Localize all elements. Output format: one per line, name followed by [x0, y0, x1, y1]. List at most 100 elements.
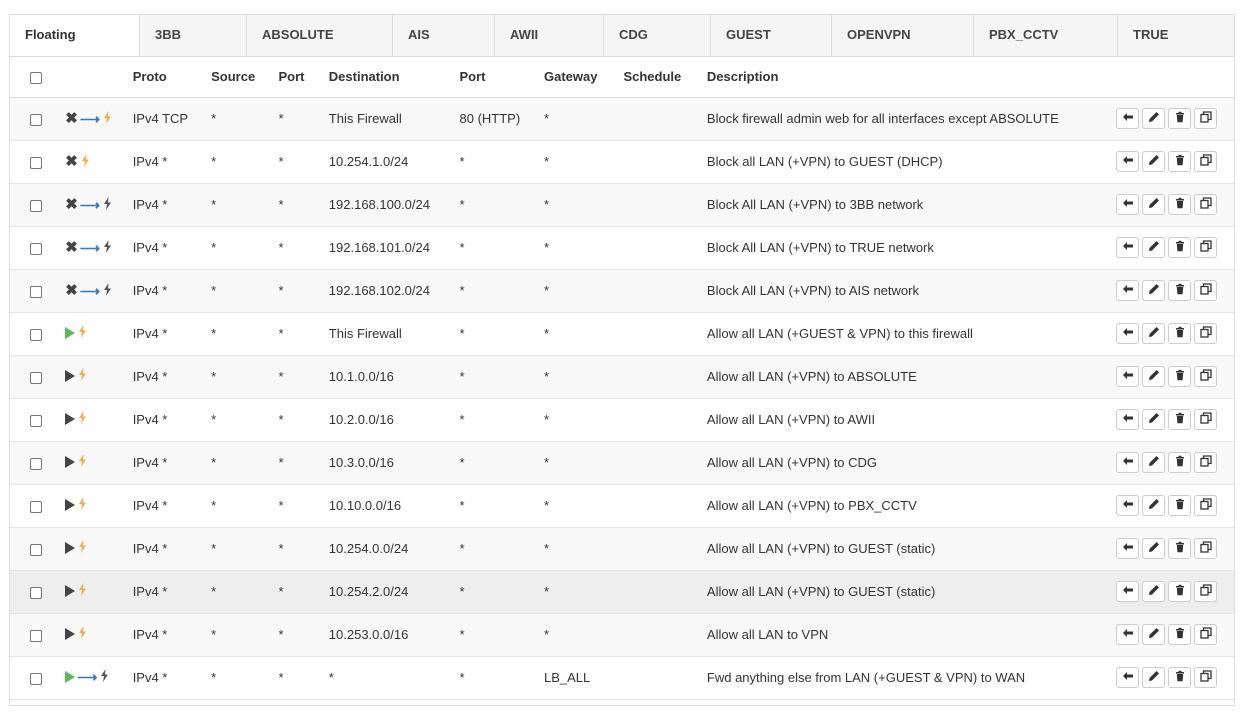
table-row[interactable]: ✖ IPv4 * * * 10.254.1.0/24 * * Block all LAN (+…: [10, 140, 1234, 184]
table-row[interactable]: IPv4 * * * 10.1.0.0/16 * * Allow all LAN (+VPN…: [10, 355, 1234, 399]
edit-button[interactable]: [1142, 280, 1166, 301]
copy-button[interactable]: [1194, 151, 1218, 172]
col-gateway[interactable]: Gateway: [543, 57, 624, 98]
tab-openvpn[interactable]: OPENVPN: [832, 15, 974, 56]
move-button[interactable]: [1116, 667, 1140, 688]
tab-ais[interactable]: AIS: [393, 15, 495, 56]
col-destination[interactable]: Destination: [328, 57, 460, 98]
edit-button[interactable]: [1142, 108, 1166, 129]
table-row[interactable]: IPv4 * * * 10.10.0.0/16 * * Allow all LAN (+VP…: [10, 484, 1234, 528]
select-all-checkbox[interactable]: [29, 71, 42, 84]
tab-3bb[interactable]: 3BB: [140, 15, 247, 56]
table-row[interactable]: ⟶ IPv4 * * * * * LB_ALL Fwd anything else from …: [10, 656, 1234, 700]
move-button[interactable]: [1116, 151, 1140, 172]
row-checkbox[interactable]: [29, 414, 42, 427]
delete-button[interactable]: [1168, 581, 1192, 602]
copy-button[interactable]: [1194, 538, 1218, 559]
copy-button[interactable]: [1194, 495, 1218, 516]
delete-button[interactable]: [1168, 452, 1192, 473]
copy-button[interactable]: [1194, 280, 1218, 301]
table-row[interactable]: IPv4 * * * 10.3.0.0/16 * * Allow all LAN (+VPN…: [10, 441, 1234, 485]
row-checkbox[interactable]: [29, 371, 42, 384]
delete-button[interactable]: [1168, 624, 1192, 645]
col-schedule[interactable]: Schedule: [623, 57, 707, 98]
table-row[interactable]: IPv4 * * * 10.2.0.0/16 * * Allow all LAN (+VPN…: [10, 398, 1234, 442]
move-button[interactable]: [1116, 237, 1140, 258]
tab-pbx-cctv[interactable]: PBX_CCTV: [974, 15, 1118, 56]
move-button[interactable]: [1116, 409, 1140, 430]
edit-button[interactable]: [1142, 151, 1166, 172]
row-checkbox[interactable]: [29, 500, 42, 513]
table-row[interactable]: IPv4 * * * 10.254.2.0/24 * * Allow all LAN (+V…: [10, 570, 1234, 614]
delete-button[interactable]: [1168, 280, 1192, 301]
row-checkbox[interactable]: [29, 156, 42, 169]
tab-cdg[interactable]: CDG: [604, 15, 711, 56]
table-row[interactable]: ✖ ⟶ IPv4 * * * 192.168.102.0/24 * * Block All LA…: [10, 269, 1234, 313]
col-dest-port[interactable]: Port: [459, 57, 544, 98]
col-source[interactable]: Source: [211, 57, 279, 98]
copy-button[interactable]: [1194, 624, 1218, 645]
move-button[interactable]: [1116, 624, 1140, 645]
col-description[interactable]: Description: [706, 57, 1117, 98]
move-button[interactable]: [1116, 108, 1140, 129]
col-port[interactable]: Port: [278, 57, 329, 98]
table-row[interactable]: ✖ ⟶ IPv4 * * * 192.168.101.0/24 * * Block All LA…: [10, 226, 1234, 270]
delete-button[interactable]: [1168, 194, 1192, 215]
copy-button[interactable]: [1194, 366, 1218, 387]
row-checkbox[interactable]: [29, 242, 42, 255]
row-checkbox[interactable]: [29, 672, 42, 685]
move-button[interactable]: [1116, 323, 1140, 344]
delete-button[interactable]: [1168, 409, 1192, 430]
delete-button[interactable]: [1168, 323, 1192, 344]
row-checkbox[interactable]: [29, 113, 42, 126]
table-row[interactable]: IPv4 * * * 10.253.0.0/16 * * Allow all LAN to …: [10, 613, 1234, 657]
edit-button[interactable]: [1142, 323, 1166, 344]
copy-button[interactable]: [1194, 667, 1218, 688]
edit-button[interactable]: [1142, 624, 1166, 645]
table-row[interactable]: IPv4 * * * 10.254.0.0/24 * * Allow all LAN (+V…: [10, 527, 1234, 571]
copy-button[interactable]: [1194, 409, 1218, 430]
move-button[interactable]: [1116, 538, 1140, 559]
edit-button[interactable]: [1142, 581, 1166, 602]
move-button[interactable]: [1116, 452, 1140, 473]
table-row[interactable]: ✖ ⟶ IPv4 TCP * * This Firewall 80 (HTTP) * Block…: [10, 97, 1234, 141]
move-button[interactable]: [1116, 366, 1140, 387]
delete-button[interactable]: [1168, 538, 1192, 559]
delete-button[interactable]: [1168, 366, 1192, 387]
tab-absolute[interactable]: ABSOLUTE: [247, 15, 393, 56]
edit-button[interactable]: [1142, 452, 1166, 473]
move-button[interactable]: [1116, 280, 1140, 301]
tab-awii[interactable]: AWII: [495, 15, 604, 56]
row-checkbox[interactable]: [29, 629, 42, 642]
table-row[interactable]: ✖ ⟶ IPv4 * * * 192.168.100.0/24 * * Block All LA…: [10, 183, 1234, 227]
row-checkbox[interactable]: [29, 285, 42, 298]
copy-button[interactable]: [1194, 194, 1218, 215]
edit-button[interactable]: [1142, 409, 1166, 430]
copy-button[interactable]: [1194, 237, 1218, 258]
row-checkbox[interactable]: [29, 199, 42, 212]
tab-true[interactable]: TRUE: [1118, 15, 1234, 56]
delete-button[interactable]: [1168, 151, 1192, 172]
move-button[interactable]: [1116, 194, 1140, 215]
edit-button[interactable]: [1142, 366, 1166, 387]
copy-button[interactable]: [1194, 452, 1218, 473]
delete-button[interactable]: [1168, 108, 1192, 129]
col-proto[interactable]: Proto: [132, 57, 212, 98]
copy-button[interactable]: [1194, 108, 1218, 129]
copy-button[interactable]: [1194, 323, 1218, 344]
edit-button[interactable]: [1142, 538, 1166, 559]
move-button[interactable]: [1116, 581, 1140, 602]
delete-button[interactable]: [1168, 237, 1192, 258]
delete-button[interactable]: [1168, 667, 1192, 688]
edit-button[interactable]: [1142, 194, 1166, 215]
edit-button[interactable]: [1142, 495, 1166, 516]
row-checkbox[interactable]: [29, 328, 42, 341]
copy-button[interactable]: [1194, 581, 1218, 602]
tab-guest[interactable]: GUEST: [711, 15, 832, 56]
row-checkbox[interactable]: [29, 543, 42, 556]
delete-button[interactable]: [1168, 495, 1192, 516]
row-checkbox[interactable]: [29, 457, 42, 470]
move-button[interactable]: [1116, 495, 1140, 516]
edit-button[interactable]: [1142, 667, 1166, 688]
tab-floating[interactable]: Floating: [10, 15, 140, 57]
